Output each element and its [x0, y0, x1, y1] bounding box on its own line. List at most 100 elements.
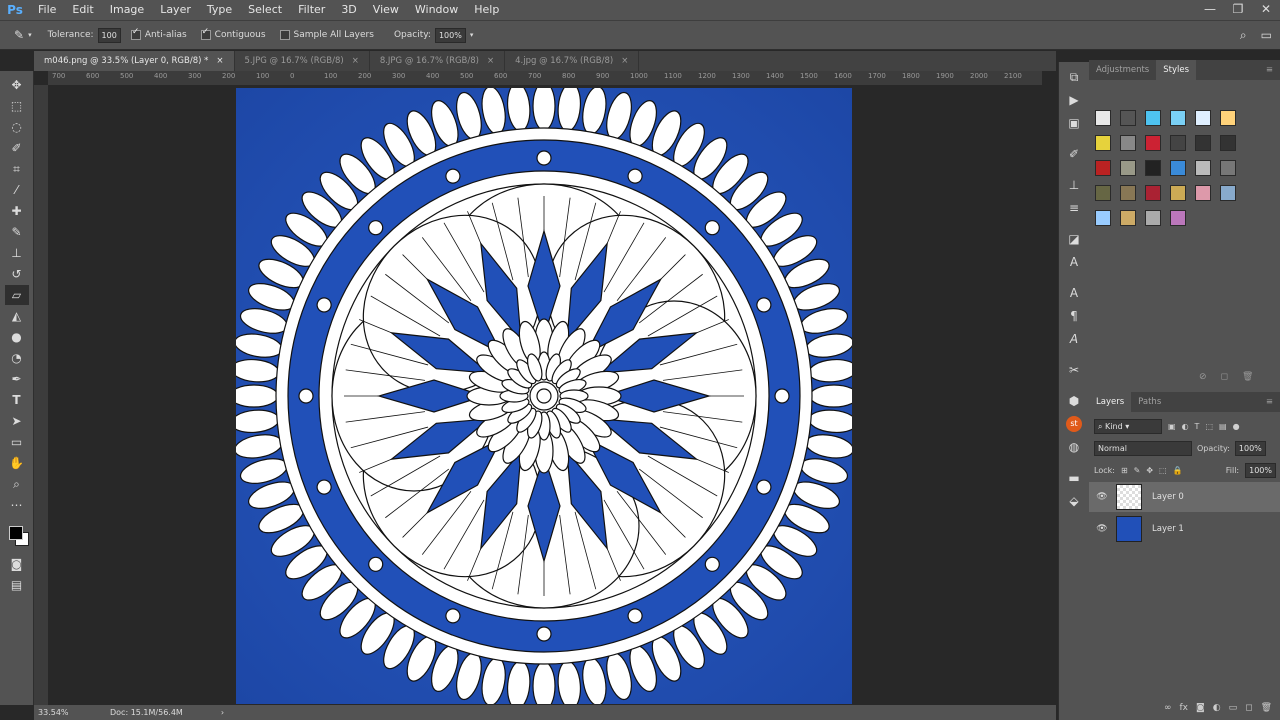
style-swatch[interactable] — [1220, 185, 1236, 201]
filter-adjust-icon[interactable]: ◐ — [1182, 422, 1189, 431]
history-icon[interactable]: ⧉ — [1062, 66, 1086, 88]
lock-paint-icon[interactable]: ✎ — [1134, 466, 1141, 475]
quick-select-tool-icon[interactable]: ✐ — [5, 138, 29, 158]
blend-mode-select[interactable]: Normal — [1094, 440, 1192, 456]
layer-name[interactable]: Layer 1 — [1152, 524, 1184, 534]
lock-artboard-icon[interactable]: ⬚ — [1159, 466, 1167, 475]
lock-all-icon[interactable]: 🔒 — [1173, 466, 1183, 475]
filter-smart-icon[interactable]: ▤ — [1219, 422, 1227, 431]
style-swatch[interactable] — [1220, 135, 1236, 151]
tab-layers[interactable]: Layers — [1089, 392, 1132, 412]
tab-m046[interactable]: m046.png @ 33.5% (Layer 0, RGB/8) * × — [34, 51, 235, 71]
layer-comps-icon[interactable]: ▣ — [1062, 112, 1086, 134]
marquee-tool-icon[interactable]: ⬚ — [5, 96, 29, 116]
style-swatch[interactable] — [1120, 185, 1136, 201]
search-icon[interactable]: ⌕ — [1240, 28, 1247, 43]
sample-all-layers-checkbox[interactable] — [279, 30, 290, 40]
move-tool-icon[interactable]: ✥ — [5, 75, 29, 95]
dodge-tool-icon[interactable]: ◔ — [5, 348, 29, 368]
tab-styles[interactable]: Styles — [1156, 60, 1197, 80]
style-swatch[interactable] — [1095, 210, 1111, 226]
panel-menu-icon[interactable]: ≡ — [1259, 392, 1280, 412]
eraser-tool-icon[interactable]: ▱ — [4, 285, 29, 305]
eyedropper-tool-icon[interactable]: ⁄ — [5, 180, 29, 200]
restore-button[interactable]: ❐ — [1224, 0, 1252, 20]
new-layer-icon[interactable]: ◻ — [1245, 703, 1252, 717]
libraries-icon[interactable]: ◍ — [1062, 436, 1086, 458]
healing-brush-tool-icon[interactable]: ✚ — [5, 201, 29, 221]
new-group-icon[interactable]: ▭ — [1229, 703, 1238, 717]
style-swatch[interactable] — [1195, 110, 1211, 126]
tools-scissors-icon[interactable]: ✂ — [1062, 359, 1086, 381]
style-swatch[interactable] — [1195, 160, 1211, 176]
style-swatch[interactable] — [1170, 185, 1186, 201]
style-swatch[interactable] — [1120, 210, 1136, 226]
antialias-checkbox[interactable] — [130, 27, 141, 40]
clone-source-icon[interactable]: ⊥ — [1062, 174, 1086, 196]
menu-help[interactable]: Help — [466, 0, 507, 20]
zoom-level[interactable]: 33.54% — [38, 708, 98, 717]
close-icon[interactable]: × — [487, 51, 494, 71]
style-swatch[interactable] — [1195, 135, 1211, 151]
style-swatch[interactable] — [1095, 110, 1111, 126]
actions-play-icon[interactable]: ▶ — [1062, 89, 1086, 111]
layer-style-icon[interactable]: fx — [1179, 703, 1188, 717]
close-icon[interactable]: × — [621, 51, 628, 71]
delete-layer-icon[interactable]: 🗑 — [1261, 703, 1272, 717]
menu-view[interactable]: View — [365, 0, 407, 20]
info-icon[interactable]: ◪ — [1062, 228, 1086, 250]
style-swatch[interactable] — [1095, 185, 1111, 201]
lasso-tool-icon[interactable]: ◌ — [5, 117, 29, 137]
fill-input[interactable]: 100% — [1245, 462, 1276, 478]
filter-shape-icon[interactable]: ⬚ — [1205, 422, 1213, 431]
style-swatch[interactable] — [1220, 160, 1236, 176]
link-layers-icon[interactable]: ∞ — [1164, 703, 1172, 717]
color-swatches[interactable] — [5, 522, 29, 548]
style-swatch[interactable] — [1095, 160, 1111, 176]
workspace-icon[interactable]: ▭ — [1261, 28, 1272, 43]
blur-tool-icon[interactable]: ● — [5, 327, 29, 347]
zoom-tool-icon[interactable]: ⌕ — [5, 474, 29, 494]
tab-8jpg[interactable]: 8.JPG @ 16.7% (RGB/8) × — [370, 51, 506, 71]
status-menu-arrow[interactable]: › — [221, 708, 224, 717]
menu-select[interactable]: Select — [240, 0, 290, 20]
style-swatch[interactable] — [1120, 135, 1136, 151]
document-canvas[interactable] — [236, 88, 852, 704]
brush-settings-icon[interactable]: ✐ — [1062, 143, 1086, 165]
style-swatch[interactable] — [1220, 110, 1236, 126]
menu-edit[interactable]: Edit — [64, 0, 101, 20]
filter-pixel-icon[interactable]: ▣ — [1168, 422, 1176, 431]
crop-tool-icon[interactable]: ⌗ — [5, 159, 29, 179]
tab-paths[interactable]: Paths — [1131, 392, 1168, 412]
delete-style-icon[interactable]: 🗑 — [1242, 372, 1253, 382]
menu-window[interactable]: Window — [407, 0, 466, 20]
tab-5jpg[interactable]: 5.JPG @ 16.7% (RGB/8) × — [235, 51, 370, 71]
chevron-down-icon[interactable]: ▾ — [470, 31, 474, 39]
stock-icon[interactable]: st — [1062, 413, 1086, 435]
menu-3d[interactable]: 3D — [333, 0, 364, 20]
glyphs-icon[interactable]: A — [1062, 251, 1086, 273]
path-selection-tool-icon[interactable]: ➤ — [5, 411, 29, 431]
tab-adjustments[interactable]: Adjustments — [1089, 60, 1156, 80]
panel-menu-icon[interactable]: ≡ — [1259, 60, 1280, 80]
lock-move-icon[interactable]: ✥ — [1146, 466, 1153, 475]
style-swatch[interactable] — [1120, 110, 1136, 126]
character-styles-icon[interactable]: A — [1062, 328, 1086, 350]
style-swatch[interactable] — [1145, 210, 1161, 226]
tolerance-input[interactable]: 100 — [97, 27, 121, 43]
layer-opacity-input[interactable]: 100% — [1234, 440, 1266, 456]
tool-preset-picker[interactable]: ✎ ▾ — [14, 28, 32, 42]
layer-filter-kind[interactable]: ⌕ Kind ▾ — [1094, 418, 1162, 434]
filter-type-icon[interactable]: T — [1195, 422, 1200, 431]
menu-file[interactable]: File — [30, 0, 64, 20]
hand-tool-icon[interactable]: ✋ — [5, 453, 29, 473]
measurement-icon[interactable]: ⬙ — [1062, 490, 1086, 512]
style-swatch[interactable] — [1170, 110, 1186, 126]
close-button[interactable]: ✕ — [1252, 0, 1280, 20]
filter-toggle-icon[interactable]: ● — [1233, 422, 1240, 431]
close-icon[interactable]: × — [216, 51, 223, 71]
layer-name[interactable]: Layer 0 — [1152, 492, 1184, 502]
foreground-color-swatch[interactable] — [8, 526, 23, 540]
opacity-input[interactable]: 100% — [434, 27, 466, 43]
new-style-icon[interactable]: ◻ — [1221, 372, 1228, 382]
